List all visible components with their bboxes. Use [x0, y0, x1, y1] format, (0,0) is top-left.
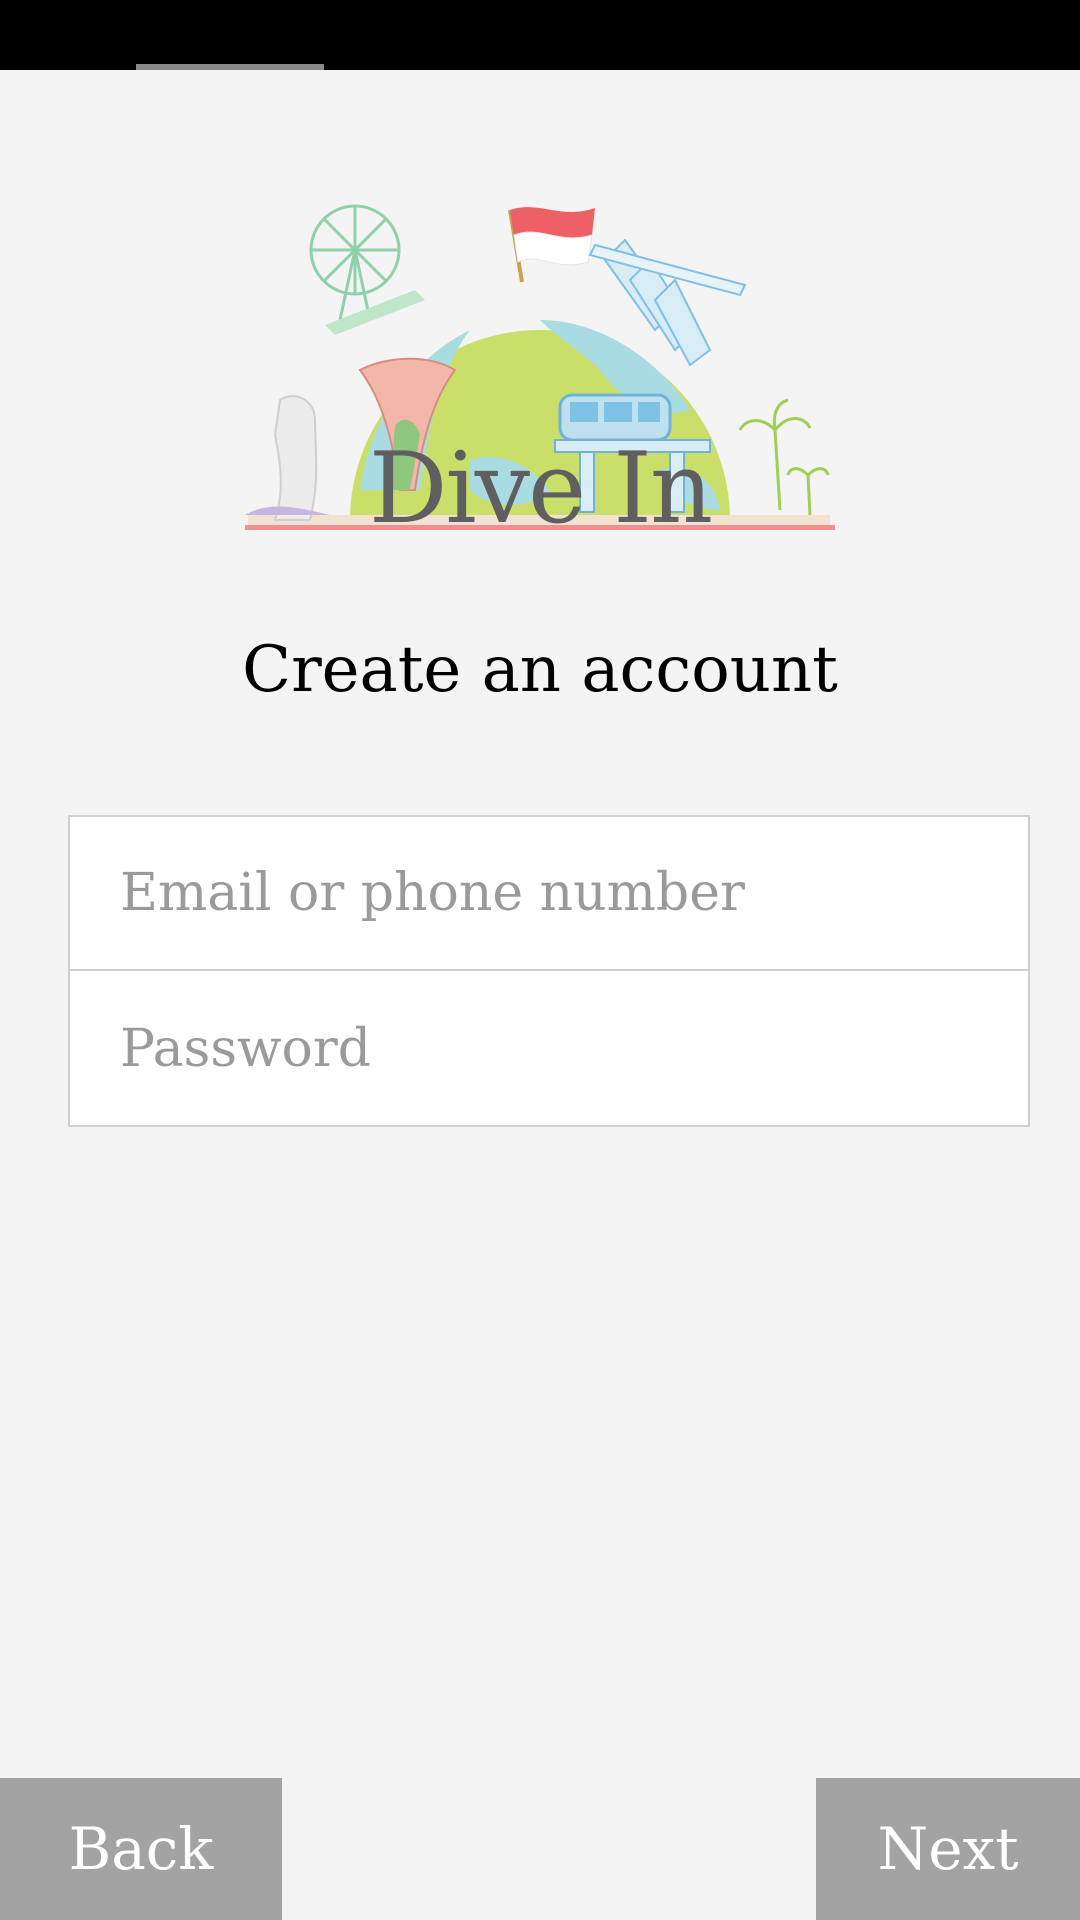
- page-title: Create an account: [242, 633, 838, 707]
- palm-tree-illustration: [738, 398, 830, 516]
- dive-in-logo: [245, 204, 835, 530]
- status-indicator: [136, 64, 324, 70]
- email-field-container: [70, 817, 1028, 971]
- singapore-flag-illustration: [508, 207, 595, 283]
- next-button[interactable]: Next: [816, 1778, 1080, 1920]
- email-or-phone-input[interactable]: [118, 862, 1028, 924]
- status-bar: [0, 0, 1080, 70]
- merlion-illustration: [273, 395, 318, 521]
- password-input[interactable]: [118, 1018, 1028, 1080]
- back-button[interactable]: Back: [0, 1778, 282, 1920]
- signup-form: [68, 815, 1030, 1127]
- password-field-container: [70, 972, 1028, 1126]
